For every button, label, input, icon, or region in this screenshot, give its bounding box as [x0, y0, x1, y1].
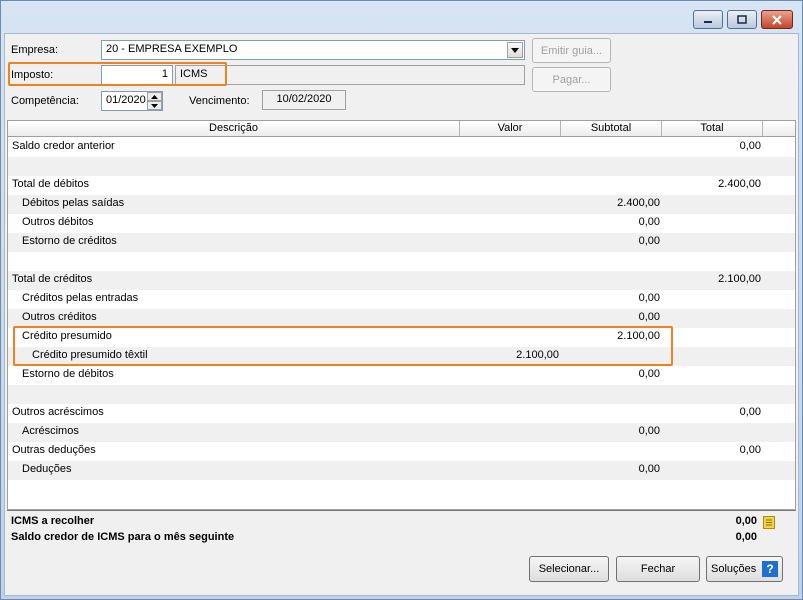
table-row[interactable]: Total de créditos 2.100,00	[8, 271, 795, 290]
cell-descricao: Débitos pelas saídas	[22, 197, 125, 209]
cell-descricao: Outras deduções	[12, 444, 96, 456]
saldo-credor-label: Saldo credor de ICMS para o mês seguinte	[11, 531, 235, 543]
grid-header: Descrição Valor Subtotal Total	[8, 121, 795, 137]
cell-total: 2.400,00	[718, 178, 761, 190]
table-row[interactable]: Outros débitos 0,00	[8, 214, 795, 233]
cell-descricao: Deduções	[22, 463, 72, 475]
cell-subtotal: 0,00	[638, 311, 660, 323]
column-header-descricao[interactable]: Descrição	[8, 121, 460, 136]
help-icon: ?	[762, 561, 778, 577]
table-row[interactable]: Crédito presumido têxtil 2.100,00	[8, 347, 795, 366]
competencia-value: 01/2020	[106, 94, 146, 106]
imposto-name-field: ICMS	[175, 65, 525, 85]
selecionar-button[interactable]: Selecionar...	[529, 556, 609, 582]
table-row[interactable]: Outras deduções 0,00	[8, 442, 795, 461]
table-row[interactable]: Outros acréscimos 0,00	[8, 404, 795, 423]
empresa-select[interactable]: 20 - EMPRESA EXEMPLO	[101, 40, 525, 60]
imposto-code-input[interactable]: 1	[101, 65, 173, 85]
table-row[interactable]: Outros créditos 0,00	[8, 309, 795, 328]
maximize-button[interactable]	[727, 10, 757, 29]
dropdown-button[interactable]	[507, 42, 523, 58]
table-row[interactable]	[8, 252, 795, 271]
cell-total: 0,00	[739, 406, 761, 418]
chevron-down-icon	[511, 47, 519, 53]
column-header-total[interactable]: Total	[662, 121, 763, 136]
cell-descricao: Acréscimos	[22, 425, 79, 437]
icms-recolher-label: ICMS a recolher	[11, 515, 95, 527]
spin-down-button[interactable]	[147, 101, 162, 110]
cell-descricao: Total de créditos	[12, 273, 93, 285]
cell-descricao: Saldo credor anterior	[12, 140, 115, 152]
cell-subtotal: 0,00	[638, 425, 660, 437]
title-bar	[1, 1, 802, 33]
cell-total: 0,00	[739, 444, 761, 456]
icms-recolher-row: ICMS a recolher 0,00	[7, 514, 796, 530]
apuracao-grid: Descrição Valor Subtotal Total Saldo cre…	[7, 120, 796, 510]
competencia-label: Competência:	[11, 95, 79, 107]
table-row[interactable]: Saldo credor anterior 0,00	[8, 138, 795, 157]
form-area: Empresa: 20 - EMPRESA EXEMPLO Emitir gui…	[4, 33, 799, 596]
table-row[interactable]: Estorno de débitos 0,00	[8, 366, 795, 385]
cell-valor: 2.100,00	[516, 349, 559, 361]
cell-descricao: Outros créditos	[22, 311, 97, 323]
column-header-valor[interactable]: Valor	[460, 121, 561, 136]
cell-descricao: Créditos pelas entradas	[22, 292, 139, 304]
cell-total: 2.100,00	[718, 273, 761, 285]
cell-subtotal: 0,00	[638, 368, 660, 380]
competencia-spinner[interactable]	[147, 92, 162, 110]
cell-descricao: Crédito presumido têxtil	[32, 349, 148, 361]
close-window-button[interactable]	[761, 10, 793, 29]
pagar-button[interactable]: Pagar...	[532, 67, 611, 92]
cell-subtotal: 2.400,00	[617, 197, 660, 209]
minimize-button[interactable]	[693, 10, 723, 29]
column-header-subtotal[interactable]: Subtotal	[561, 121, 662, 136]
guia-icon[interactable]	[763, 516, 775, 529]
cell-subtotal: 0,00	[638, 292, 660, 304]
solucoes-label: Soluções	[711, 563, 757, 575]
summary-panel: ICMS a recolher 0,00 Saldo credor de ICM…	[7, 510, 796, 548]
icms-recolher-value: 0,00	[735, 515, 757, 527]
cell-subtotal: 0,00	[638, 463, 660, 475]
cell-total: 0,00	[739, 140, 761, 152]
empresa-value: 20 - EMPRESA EXEMPLO	[106, 43, 238, 55]
table-row[interactable]: Estorno de créditos 0,00	[8, 233, 795, 252]
close-icon	[772, 14, 782, 25]
guia-lines-icon	[766, 519, 772, 526]
cell-descricao: Crédito presumido	[22, 330, 112, 342]
competencia-input[interactable]: 01/2020	[101, 91, 163, 111]
vencimento-field: 10/02/2020	[262, 90, 346, 110]
cell-subtotal: 2.100,00	[617, 330, 660, 342]
vencimento-label: Vencimento:	[189, 95, 250, 107]
saldo-credor-row: Saldo credor de ICMS para o mês seguinte…	[7, 530, 796, 546]
saldo-credor-value: 0,00	[735, 531, 757, 543]
cell-descricao: Estorno de créditos	[22, 235, 117, 247]
table-row[interactable]: Deduções 0,00	[8, 461, 795, 480]
cell-descricao: Estorno de débitos	[22, 368, 114, 380]
maximize-icon	[737, 15, 747, 24]
table-row[interactable]: Créditos pelas entradas 0,00	[8, 290, 795, 309]
empresa-label: Empresa:	[11, 44, 59, 56]
cell-descricao: Total de débitos	[12, 178, 90, 190]
emitir-guia-button[interactable]: Emitir guia...	[532, 38, 611, 63]
table-row[interactable]: Débitos pelas saídas 2.400,00	[8, 195, 795, 214]
imposto-label: Imposto:	[11, 69, 54, 81]
minimize-icon	[704, 20, 712, 23]
table-row[interactable]	[8, 157, 795, 176]
arrow-down-icon	[151, 103, 158, 108]
arrow-up-icon	[151, 94, 158, 99]
cell-descricao: Outros acréscimos	[12, 406, 104, 418]
fechar-button[interactable]: Fechar	[616, 556, 700, 582]
cell-descricao: Outros débitos	[22, 216, 94, 228]
cell-subtotal: 0,00	[638, 216, 660, 228]
table-row[interactable]: Acréscimos 0,00	[8, 423, 795, 442]
spin-up-button[interactable]	[147, 92, 162, 101]
cell-subtotal: 0,00	[638, 235, 660, 247]
solucoes-button[interactable]: Soluções ?	[706, 556, 783, 582]
table-row[interactable]: Crédito presumido 2.100,00	[8, 328, 795, 347]
application-window: Empresa: 20 - EMPRESA EXEMPLO Emitir gui…	[0, 0, 803, 600]
table-row[interactable]	[8, 385, 795, 404]
table-row[interactable]: Total de débitos 2.400,00	[8, 176, 795, 195]
